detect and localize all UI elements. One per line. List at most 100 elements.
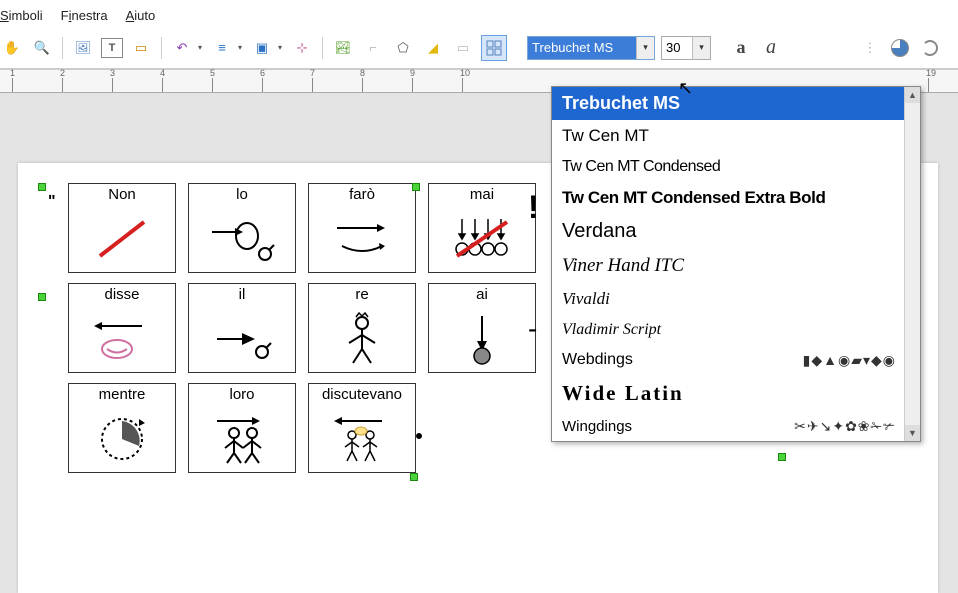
font-option[interactable]: Vivaldi [552, 283, 920, 315]
picture-icon[interactable]: 🏞 [331, 36, 355, 60]
arc-icon[interactable] [918, 36, 942, 60]
symbol-label: mentre [69, 384, 175, 405]
font-option-label: Wingdings [562, 418, 632, 435]
separator [322, 37, 323, 59]
font-dropdown: Trebuchet MS Tw Cen MT Tw Cen MT Condensed… [551, 86, 921, 442]
menubar: Simboli Finestra Aiuto [0, 0, 958, 31]
dash-mark: - [528, 313, 537, 345]
separator [161, 37, 162, 59]
undo-icon[interactable]: ↶ [170, 36, 194, 60]
font-option[interactable]: Viner Hand ITC [552, 249, 920, 283]
font-option-label: Verdana [562, 220, 637, 243]
symbol-cell[interactable]: disse [68, 283, 176, 373]
symbol-pic-ai [429, 305, 535, 372]
more-icon[interactable]: ⋮ [858, 36, 882, 60]
selection-handle[interactable] [778, 453, 786, 461]
symbol-cell[interactable]: mentre [68, 383, 176, 473]
menu-simboli[interactable]: Simboli [0, 8, 43, 23]
menu-finestra[interactable]: Finestra [61, 8, 108, 23]
font-option[interactable]: Tw Cen MT Condensed Extra Bold [552, 182, 920, 214]
align-dropdown-icon[interactable]: ▾ [238, 43, 242, 52]
quote-mark: " [48, 193, 56, 211]
font-option-label: Trebuchet MS [562, 93, 680, 114]
menu-aiuto[interactable]: Aiuto [126, 8, 156, 23]
undo-dropdown-icon[interactable]: ▾ [198, 43, 202, 52]
font-size-input[interactable] [662, 37, 692, 59]
frame-icon[interactable]: ▭ [129, 36, 153, 60]
font-option[interactable]: Trebuchet MS [552, 87, 920, 120]
image-icon[interactable]: 🖼 [71, 36, 95, 60]
selection-handle[interactable] [38, 183, 46, 191]
symbol-cell[interactable]: farò [308, 183, 416, 273]
separator [62, 37, 63, 59]
italic-button[interactable]: a [759, 36, 783, 60]
symbol-label: il [189, 284, 295, 305]
font-option-label: Tw Cen MT [562, 126, 649, 146]
symbol-label: re [309, 284, 415, 305]
symbol-label: ai [429, 284, 535, 305]
symbol-cell[interactable]: lo [188, 183, 296, 273]
font-name-dropdown-button[interactable]: ▾ [636, 37, 654, 59]
symbol-pic-re [309, 305, 415, 372]
font-name-combo[interactable]: ▾ [527, 36, 655, 60]
symbol-cell[interactable]: il [188, 283, 296, 373]
symbol-cell[interactable]: mai [428, 183, 536, 273]
font-option[interactable]: Wingdings ✂✈↘✦✿❀✁✃ [552, 412, 920, 441]
align-icon[interactable]: ≡ [210, 36, 234, 60]
lasso-icon[interactable]: ⬠ [391, 36, 415, 60]
scroll-down-icon[interactable]: ▼ [905, 425, 920, 441]
bold-button[interactable]: a [729, 36, 753, 60]
symbol-pic-non [69, 205, 175, 272]
symbol-pic-discutevano [309, 405, 415, 472]
scroll-up-icon[interactable]: ▲ [905, 87, 920, 103]
symbol-pic-lo [189, 205, 295, 272]
crop-icon[interactable]: ⌐ [361, 36, 385, 60]
text-box-icon[interactable]: T [101, 38, 123, 58]
symbol-label: discutevano [309, 384, 415, 405]
scrollbar[interactable]: ▲ ▼ [904, 87, 920, 441]
font-option-label: Tw Cen MT Condensed [562, 158, 720, 176]
font-preview: ✂✈↘✦✿❀✁✃ [794, 418, 896, 435]
symbol-cell[interactable]: Non [68, 183, 176, 273]
symbol-cell[interactable]: loro [188, 383, 296, 473]
symbol-pic-mai [429, 205, 535, 272]
symbol-cell[interactable]: ai [428, 283, 536, 373]
highlight-icon[interactable]: ◢ [421, 36, 445, 60]
symbol-pic-il [189, 305, 295, 372]
font-option[interactable]: Tw Cen MT [552, 120, 920, 152]
font-preview: ▮◆▲◉▰▾◆◉ [803, 352, 896, 369]
pie-chart-icon[interactable] [888, 36, 912, 60]
symbol-grid: Non lo farò mai disse il [68, 183, 548, 473]
exclamation: ! [528, 189, 539, 226]
symbol-pic-mentre [69, 405, 175, 472]
font-option-label: Wide Latin [562, 381, 684, 406]
toolbar: ✋ 🔍 🖼 T ▭ ↶ ▾ ≡ ▾ ▣ ▾ ⊹ 🏞 ⌐ ⬠ ◢ ▭ ▾ ▾ a … [0, 31, 958, 69]
note-icon[interactable]: ▭ [451, 36, 475, 60]
font-option[interactable]: Verdana [552, 214, 920, 249]
symbol-pic-loro [189, 405, 295, 472]
zoom-icon[interactable]: 🔍 [30, 36, 54, 60]
font-option-label: Webdings [562, 351, 633, 369]
font-option[interactable]: Wide Latin [552, 375, 920, 412]
selection-handle[interactable] [412, 183, 420, 191]
selection-handle[interactable] [410, 473, 418, 481]
connect-icon[interactable]: ⊹ [290, 36, 314, 60]
symbol-label: loro [189, 384, 295, 405]
stack-dropdown-icon[interactable]: ▾ [278, 43, 282, 52]
selection-handle[interactable] [38, 293, 46, 301]
symbol-cell[interactable]: re [308, 283, 416, 373]
symbol-cell[interactable]: discutevano [308, 383, 416, 473]
symbol-label: mai [429, 184, 535, 205]
symbol-label: farò [309, 184, 415, 205]
font-option[interactable]: Tw Cen MT Condensed [552, 152, 920, 182]
stack-icon[interactable]: ▣ [250, 36, 274, 60]
font-option[interactable]: Vladimir Script [552, 315, 920, 345]
symbol-pic-disse [69, 305, 175, 372]
font-size-combo[interactable]: ▾ [661, 36, 711, 60]
grid-toggle-icon[interactable] [481, 35, 507, 61]
font-size-dropdown-button[interactable]: ▾ [692, 37, 710, 59]
font-name-input[interactable] [528, 37, 636, 59]
font-option[interactable]: Webdings ▮◆▲◉▰▾◆◉ [552, 345, 920, 375]
hand-icon[interactable]: ✋ [0, 36, 24, 60]
symbol-label: lo [189, 184, 295, 205]
